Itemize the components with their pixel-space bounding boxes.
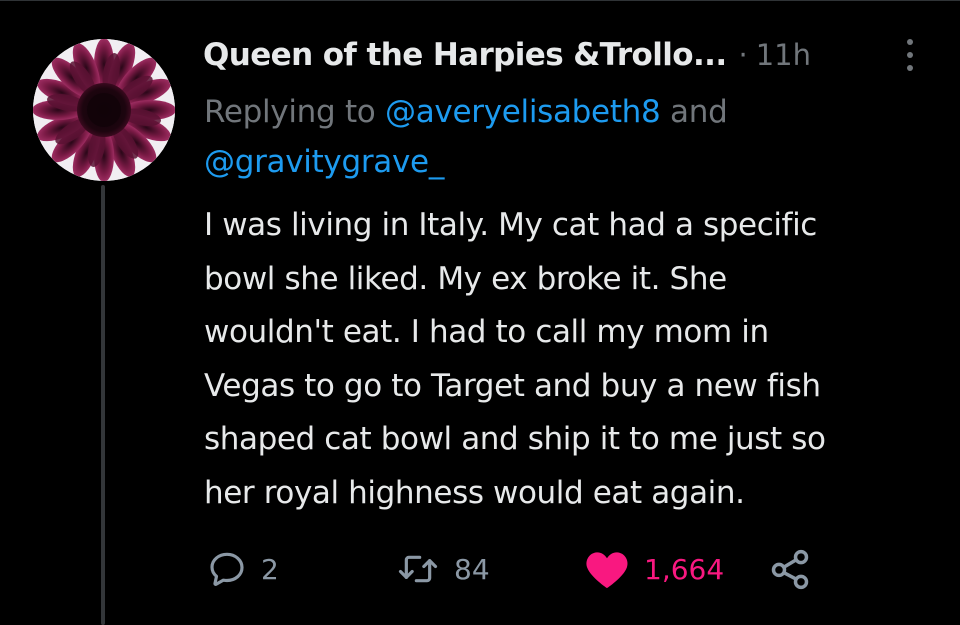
tweet-text-line: Vegas to go to Target and buy a new fish	[204, 367, 821, 404]
mention-link[interactable]: @gravitygrave_	[204, 144, 444, 180]
action-bar: 2 84 1,664	[0, 541, 960, 597]
replying-to-joiner: and	[660, 94, 728, 130]
tweet-text-line: her royal highness would eat again.	[204, 474, 745, 511]
reply-count: 2	[261, 552, 279, 586]
tweet-timestamp[interactable]: 11h	[756, 38, 811, 72]
tweet-body: I was living in Italy. My cat had a spec…	[204, 199, 944, 520]
more-vertical-icon[interactable]	[898, 35, 922, 75]
tweet-text-line: bowl she liked. My ex broke it. She	[204, 260, 727, 297]
mention-link[interactable]: @averyelisabeth8	[385, 94, 661, 130]
avatar[interactable]	[33, 39, 175, 181]
retweet-icon	[398, 555, 438, 583]
replying-to: Replying to @averyelisabeth8 and @gravit…	[204, 87, 904, 187]
tweet-text-line: wouldn't eat. I had to call my mom in	[204, 314, 769, 350]
like-count: 1,664	[644, 552, 725, 586]
replying-to-prefix: Replying to	[204, 94, 386, 130]
heart-filled-icon	[586, 552, 628, 589]
reply-bubble-icon	[210, 552, 244, 586]
like-button[interactable]: 1,664	[584, 541, 724, 597]
tweet[interactable]: Queen of the Harpies &Trollo... · 11h Re…	[0, 0, 960, 625]
tweet-text-line: I was living in Italy. My cat had a spec…	[204, 207, 817, 243]
tweet-header: Queen of the Harpies &Trollo... · 11h	[203, 31, 943, 79]
share-icon	[771, 549, 809, 590]
share-button[interactable]	[768, 541, 812, 597]
header-separator: ·	[738, 38, 748, 72]
retweet-button[interactable]: 84	[396, 541, 490, 597]
reply-button[interactable]: 2	[207, 541, 279, 597]
retweet-count: 84	[454, 552, 490, 586]
display-name[interactable]: Queen of the Harpies &Trollo...	[203, 37, 727, 73]
tweet-text-line: shaped cat bowl and ship it to me just s…	[204, 421, 826, 457]
sunflower-avatar-image	[33, 39, 175, 181]
